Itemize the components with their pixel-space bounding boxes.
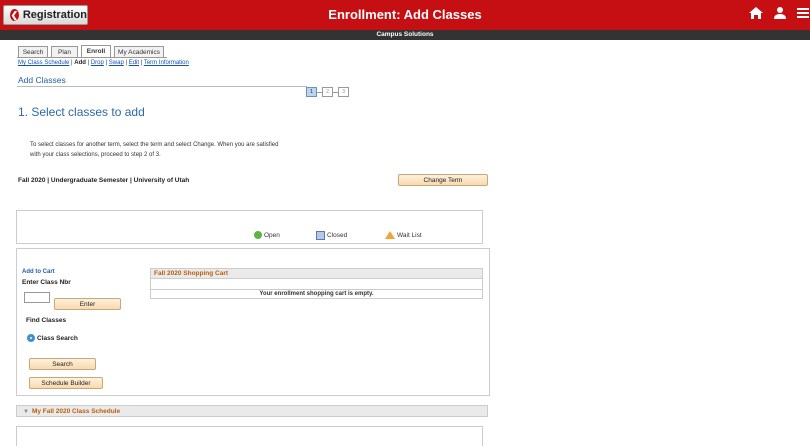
schedule-builder-button[interactable]: Schedule Builder <box>29 377 103 389</box>
page-title: Enrollment: Add Classes <box>328 7 482 22</box>
closed-icon <box>316 231 325 240</box>
class-search-label: Class Search <box>37 335 78 342</box>
shopping-cart-empty-message: Your enrollment shopping cart is empty. <box>150 289 483 299</box>
legend-open: Open <box>254 231 280 239</box>
step-3: 3 <box>338 87 349 97</box>
instructions: To select classes for another term, sele… <box>30 140 350 160</box>
subnav-swap[interactable]: Swap <box>109 60 124 66</box>
tab-plan[interactable]: Plan <box>51 46 78 57</box>
class-nbr-input[interactable] <box>24 292 50 303</box>
legend-closed: Closed <box>316 231 347 240</box>
subnav-sep: | <box>105 60 108 66</box>
subnav-edit[interactable]: Edit <box>129 60 139 66</box>
tab-enroll[interactable]: Enroll <box>81 45 111 57</box>
subnav: My Class Schedule | Add | Drop | Swap | … <box>18 60 189 66</box>
back-button[interactable]: ❮ Registration <box>3 5 88 25</box>
step-heading: 1. Select classes to add <box>18 105 145 119</box>
chevron-left-icon: ❮ <box>10 9 19 21</box>
legend-waitlist: Wait List <box>385 231 422 239</box>
instructions-line-2: with your class selections, proceed to s… <box>30 152 161 158</box>
search-button[interactable]: Search <box>29 358 96 370</box>
class-search-radio[interactable] <box>27 334 35 342</box>
open-icon <box>254 231 262 239</box>
subnav-drop[interactable]: Drop <box>91 60 104 66</box>
tab-divider <box>17 57 167 58</box>
sub-header: Campus Solutions <box>0 30 810 40</box>
find-classes-label: Find Classes <box>26 317 67 324</box>
instructions-line-1: To select classes for another term, sele… <box>30 142 279 148</box>
change-term-button[interactable]: Change Term <box>398 174 488 186</box>
section-rule <box>17 86 307 87</box>
subnav-sep: | <box>125 60 128 66</box>
subnav-sep: | <box>87 60 90 66</box>
tab-my-academics[interactable]: My Academics <box>114 46 164 57</box>
tab-search[interactable]: Search <box>18 46 48 57</box>
class-schedule-title: My Fall 2020 Class Schedule <box>31 408 121 415</box>
add-to-cart-label: Add to Cart <box>22 269 55 275</box>
legend-waitlist-label: Wait List <box>397 231 422 239</box>
home-icon[interactable] <box>748 6 764 25</box>
shopping-cart-title: Fall 2020 Shopping Cart <box>150 268 483 279</box>
menu-icon[interactable] <box>797 6 809 25</box>
step-1: 1 <box>306 87 317 97</box>
step-2: 2 <box>322 87 333 97</box>
user-icon[interactable] <box>773 6 787 25</box>
step-indicator: 1 2 3 <box>306 87 349 97</box>
class-schedule-panel <box>16 426 483 446</box>
chevron-down-icon: ▼ <box>23 409 29 415</box>
legend-open-label: Open <box>264 231 280 239</box>
enter-button[interactable]: Enter <box>54 298 121 310</box>
subnav-sep: | <box>140 60 143 66</box>
subnav-my-class-schedule[interactable]: My Class Schedule <box>18 60 69 66</box>
section-title: Add Classes <box>18 75 66 85</box>
waitlist-icon <box>385 231 395 239</box>
legend-closed-label: Closed <box>327 232 348 239</box>
subnav-add: Add <box>74 60 86 66</box>
class-schedule-header[interactable]: ▼ My Fall 2020 Class Schedule <box>16 405 488 417</box>
subnav-sep: | <box>71 60 73 66</box>
term-label: Fall 2020 | Undergraduate Semester | Uni… <box>18 177 190 184</box>
subnav-term-information[interactable]: Term Information <box>144 60 189 66</box>
enter-class-nbr-label: Enter Class Nbr <box>22 279 71 286</box>
back-button-label: Registration <box>22 9 87 21</box>
